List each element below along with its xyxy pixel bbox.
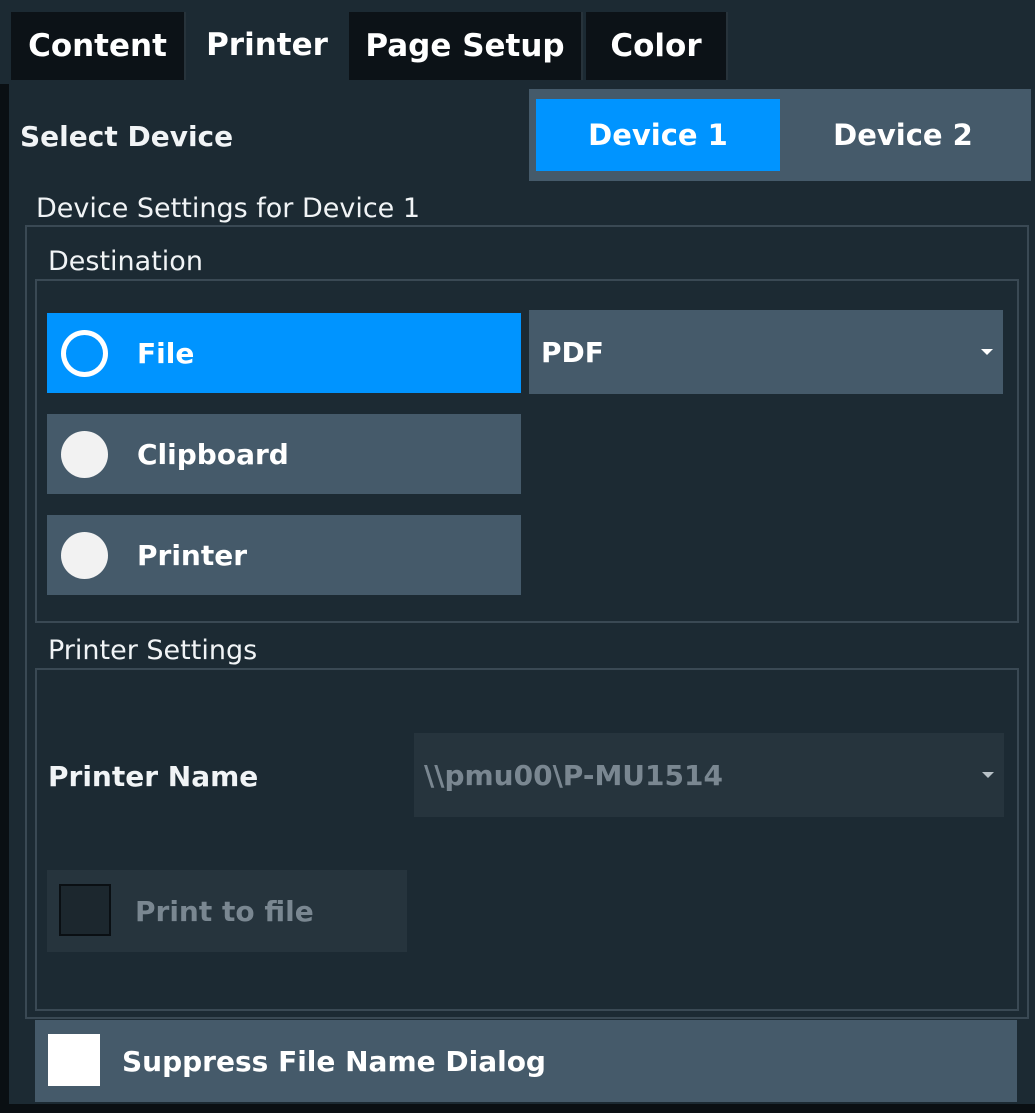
checkbox-icon (48, 1034, 100, 1086)
destination-title: Destination (48, 246, 203, 277)
printer-name-value: \\pmu00\P-MU1514 (424, 758, 723, 792)
destination-clipboard-radio[interactable]: Clipboard (47, 414, 521, 494)
checkbox-icon (59, 884, 111, 936)
dropdown-arrow-icon (982, 772, 994, 778)
radio-unselected-icon (61, 431, 108, 478)
destination-clipboard-label: Clipboard (137, 437, 289, 471)
file-format-value: PDF (541, 335, 604, 369)
destination-printer-radio[interactable]: Printer (47, 515, 521, 595)
radio-selected-icon (61, 330, 108, 377)
tab-page-setup[interactable]: Page Setup (349, 12, 583, 80)
tab-printer[interactable]: Printer (188, 6, 346, 84)
tab-bar: Content Printer Page Setup Color (0, 0, 1035, 84)
tab-color[interactable]: Color (586, 12, 728, 80)
radio-unselected-icon (61, 532, 108, 579)
select-device-label: Select Device (20, 120, 234, 153)
device-settings-title: Device Settings for Device 1 (36, 193, 421, 224)
destination-file-label: File (137, 336, 195, 370)
suppress-file-name-dialog-label: Suppress File Name Dialog (122, 1044, 546, 1078)
destination-file-radio[interactable]: File (47, 313, 521, 393)
device-2-button[interactable]: Device 2 (781, 99, 1025, 171)
file-format-dropdown[interactable]: PDF (529, 310, 1003, 394)
destination-printer-label: Printer (137, 538, 248, 572)
tab-content[interactable]: Content (11, 12, 186, 80)
printer-name-dropdown[interactable]: \\pmu00\P-MU1514 (414, 733, 1004, 817)
printer-settings-title: Printer Settings (48, 635, 258, 666)
print-to-file-label: Print to file (135, 894, 314, 928)
suppress-file-name-dialog-checkbox[interactable]: Suppress File Name Dialog (35, 1020, 1017, 1102)
printer-settings-group (35, 668, 1019, 1011)
dropdown-arrow-icon (981, 349, 993, 355)
device-selector: Device 1 Device 2 (529, 89, 1031, 181)
device-1-button[interactable]: Device 1 (536, 99, 780, 171)
print-to-file-checkbox[interactable]: Print to file (47, 870, 407, 952)
printer-name-label: Printer Name (48, 760, 259, 793)
